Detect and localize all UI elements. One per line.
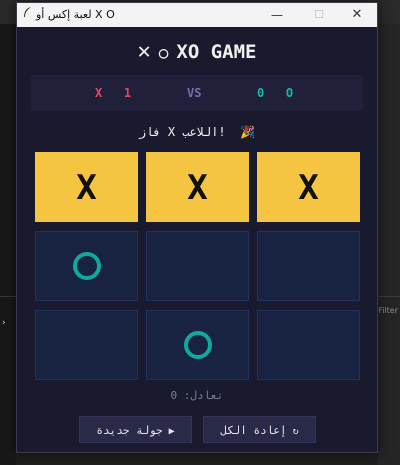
score-o-value: 0 — [257, 86, 265, 100]
new-round-label: جولة جديدة — [96, 424, 163, 437]
x-mark: X — [76, 168, 97, 208]
status-message: فاز X اللاعب! 🎉 — [17, 121, 377, 143]
board-cell-2[interactable]: X — [257, 152, 360, 222]
o-mark — [183, 331, 212, 359]
score-x-label: X — [95, 86, 103, 100]
score-x: X 1 — [95, 75, 131, 111]
draws-counter: تعادل: 0 — [170, 389, 224, 402]
board-cell-8[interactable] — [257, 310, 360, 380]
score-x-value: 1 — [123, 86, 132, 100]
window-titlebar[interactable]: لعبة إكس أو X O — ☐ ✕ — [17, 3, 377, 27]
feather-icon — [23, 7, 33, 23]
background-filter-label[interactable]: Filter — [378, 306, 398, 315]
game-window: لعبة إكس أو X O — ☐ ✕ ✕ ○ XO GAME X 1 VS 0… — [16, 2, 378, 453]
background-divider-right — [378, 296, 400, 297]
board-cell-1[interactable]: X — [146, 152, 249, 222]
game-board: XXX — [35, 152, 361, 380]
background-caret-icon[interactable]: › — [2, 318, 6, 328]
scoreboard: X 1 VS 0 O — [31, 75, 363, 111]
board-cell-0[interactable]: X — [35, 152, 138, 222]
maximize-button[interactable]: ☐ — [299, 3, 339, 27]
board-cell-3[interactable] — [35, 231, 138, 301]
background-editor-left — [0, 24, 16, 465]
board-cell-7[interactable] — [146, 310, 249, 380]
x-symbol-icon: ✕ — [137, 39, 151, 64]
board-cell-6[interactable] — [35, 310, 138, 380]
status-text: فاز X اللاعب! — [138, 125, 226, 139]
app-title: ✕ ○ XO GAME — [17, 37, 377, 67]
window-title: لعبة إكس أو X O — [36, 8, 115, 21]
close-button[interactable]: ✕ — [337, 3, 377, 27]
reset-all-label: إعادة الكل — [220, 424, 287, 437]
app-title-text: XO GAME — [176, 41, 257, 63]
score-o-label: O — [285, 86, 294, 100]
board-cell-5[interactable] — [257, 231, 360, 301]
celebration-icon: 🎉 — [240, 125, 256, 139]
board-cell-4[interactable] — [146, 231, 249, 301]
reset-icon: ↻ — [292, 426, 299, 437]
minimize-button[interactable]: — — [257, 3, 297, 27]
reset-all-button[interactable]: إعادة الكل ↻ — [203, 416, 316, 443]
play-icon: ▶ — [168, 426, 175, 437]
o-symbol-icon: ○ — [158, 43, 169, 62]
x-mark: X — [187, 168, 208, 208]
new-round-button[interactable]: جولة جديدة ▶ — [79, 416, 192, 443]
window-title-wrap: لعبة إكس أو X O — [23, 7, 115, 23]
score-vs: VS — [187, 86, 202, 100]
background-divider — [0, 296, 16, 297]
x-mark: X — [298, 168, 319, 208]
o-mark — [72, 252, 101, 280]
score-o: 0 O — [257, 75, 293, 111]
background-editor-right — [378, 24, 400, 465]
